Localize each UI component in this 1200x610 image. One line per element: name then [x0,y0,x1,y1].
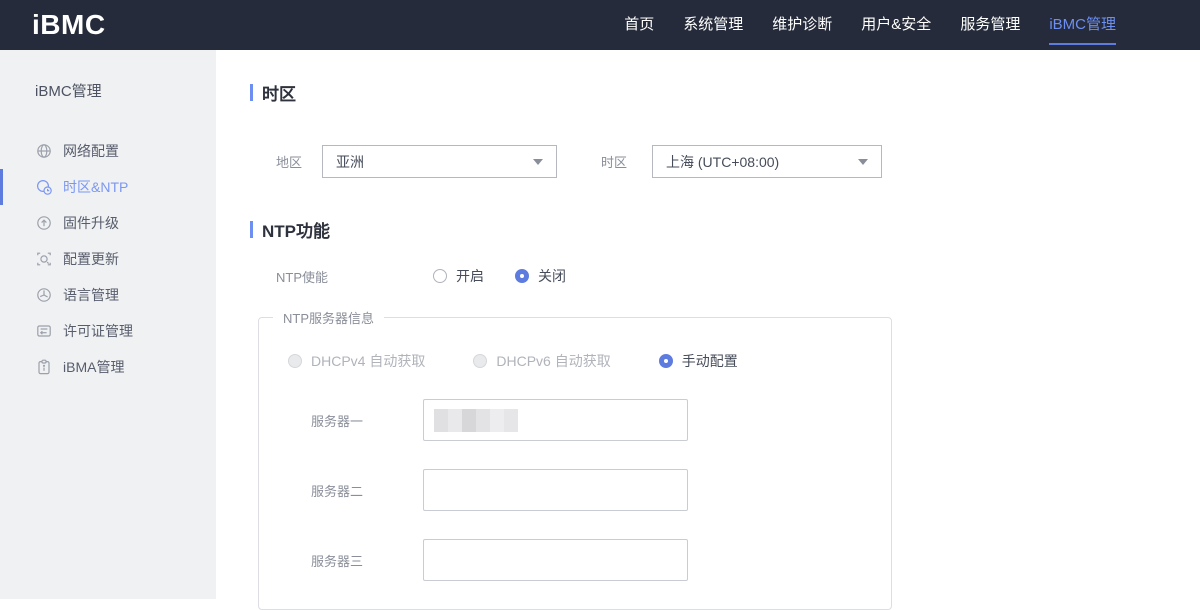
timezone-section-header: 时区 [250,80,1200,105]
sidebar-item-firmware-upgrade[interactable]: 固件升级 [0,205,216,241]
sidebar-item-label: 固件升级 [63,213,119,233]
sidebar-item-license-management[interactable]: 许可证管理 [0,313,216,349]
server-two-row: 服务器二 [311,469,891,511]
radio-label: DHCPv4 自动获取 [311,351,425,371]
masked-value [434,409,518,432]
ibma-clipboard-icon [36,359,52,375]
config-update-icon [36,251,52,267]
sidebar-item-label: 语言管理 [63,285,119,305]
top-bar: iBMC 首页 系统管理 维护诊断 用户&安全 服务管理 iBMC管理 [0,0,1200,50]
sidebar-title: iBMC管理 [0,50,216,101]
chevron-down-icon [858,159,868,165]
timezone-section-title: 时区 [262,80,296,105]
server-three-label: 服务器三 [311,551,423,570]
radio-manual-config[interactable]: 手动配置 [659,351,738,371]
server-one-input[interactable] [423,399,688,441]
language-icon [36,287,52,303]
server-two-label: 服务器二 [311,481,423,500]
radio-circle-icon [473,354,487,368]
radio-label: DHCPv6 自动获取 [496,351,610,371]
server-three-row: 服务器三 [311,539,891,581]
timezone-select[interactable]: 上海 (UTC+08:00) [652,145,882,178]
app-logo: iBMC [32,9,106,41]
server-three-input[interactable] [423,539,688,581]
nav-item-home[interactable]: 首页 [624,0,654,50]
radio-dhcpv6-auto[interactable]: DHCPv6 自动获取 [473,351,610,371]
sidebar-item-config-update[interactable]: 配置更新 [0,241,216,277]
nav-item-ibmc-management[interactable]: iBMC管理 [1049,0,1116,50]
ntp-enable-label: NTP使能 [276,267,433,286]
nav-item-maintenance[interactable]: 维护诊断 [772,0,832,50]
section-accent-bar [250,221,253,238]
radio-label: 开启 [456,266,484,286]
ntp-server-mode-row: DHCPv4 自动获取 DHCPv6 自动获取 手动配置 [288,351,891,371]
timezone-clock-icon [36,179,52,195]
chevron-down-icon [533,159,543,165]
timezone-label: 时区 [601,152,652,171]
sidebar-item-ibma-management[interactable]: iBMA管理 [0,349,216,385]
radio-ntp-off[interactable]: 关闭 [515,266,566,286]
sidebar-item-label: iBMA管理 [63,357,124,377]
network-globe-icon [36,143,52,159]
timezone-form-row: 地区 亚洲 时区 上海 (UTC+08:00) [250,145,1200,178]
server-one-row: 服务器一 [311,399,891,441]
radio-circle-icon [515,269,529,283]
timezone-select-value: 上海 (UTC+08:00) [666,152,779,172]
sidebar-item-label: 许可证管理 [63,321,133,341]
nav-item-services[interactable]: 服务管理 [960,0,1020,50]
ntp-section-header: NTP功能 [250,217,1200,242]
radio-label: 手动配置 [682,351,738,371]
ntp-section-title: NTP功能 [262,217,330,242]
top-navigation: 首页 系统管理 维护诊断 用户&安全 服务管理 iBMC管理 [624,0,1116,50]
ntp-enable-row: NTP使能 开启 关闭 [250,266,1200,286]
license-icon [36,323,52,339]
ntp-server-group: NTP服务器信息 DHCPv4 自动获取 DHCPv6 自动获取 手动配置 服务… [258,308,892,610]
region-label: 地区 [276,152,322,171]
sidebar: iBMC管理 网络配置 时区&NTP [0,50,216,599]
sidebar-item-timezone-ntp[interactable]: 时区&NTP [0,169,216,205]
sidebar-item-network-config[interactable]: 网络配置 [0,133,216,169]
firmware-upgrade-icon [36,215,52,231]
region-select-value: 亚洲 [336,152,364,172]
radio-circle-icon [288,354,302,368]
main-content: 时区 地区 亚洲 时区 上海 (UTC+08:00) NTP功能 NTP使能 开… [216,50,1200,599]
radio-ntp-on[interactable]: 开启 [433,266,484,286]
sidebar-item-label: 网络配置 [63,141,119,161]
sidebar-item-language-management[interactable]: 语言管理 [0,277,216,313]
server-one-label: 服务器一 [311,411,423,430]
sidebar-item-label: 时区&NTP [63,177,128,197]
radio-circle-icon [659,354,673,368]
radio-dhcpv4-auto[interactable]: DHCPv4 自动获取 [288,351,425,371]
radio-label: 关闭 [538,266,566,286]
section-accent-bar [250,84,253,101]
sidebar-menu: 网络配置 时区&NTP 固件升级 [0,133,216,385]
radio-circle-icon [433,269,447,283]
server-two-input[interactable] [423,469,688,511]
nav-item-user-security[interactable]: 用户&安全 [861,0,931,50]
region-select[interactable]: 亚洲 [322,145,557,178]
ntp-server-group-legend: NTP服务器信息 [273,308,384,327]
nav-item-system[interactable]: 系统管理 [683,0,743,50]
sidebar-item-label: 配置更新 [63,249,119,269]
